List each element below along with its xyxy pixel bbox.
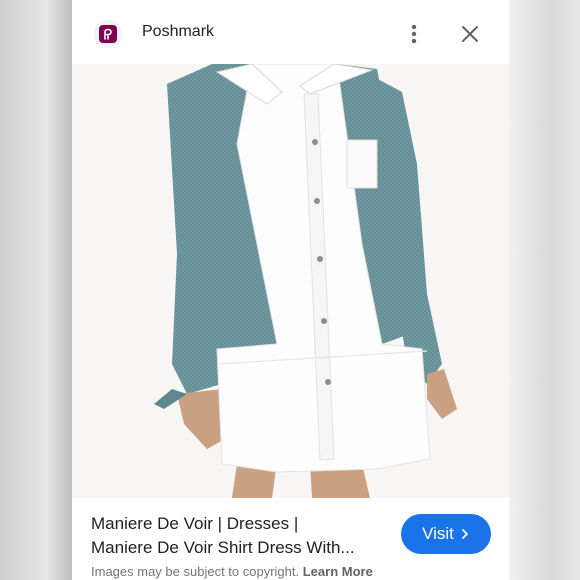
- visit-button[interactable]: Visit: [401, 514, 491, 554]
- source-name: Poshmark: [142, 23, 215, 40]
- image-preview-sheet: Poshmark Maniere De Voir | Dresses | Man…: [72, 0, 509, 580]
- product-photo[interactable]: [72, 64, 509, 498]
- copyright-notice: Images may be subject to copyright. Lear…: [91, 564, 373, 579]
- blurred-backdrop-right: [509, 0, 580, 580]
- learn-more-link[interactable]: Learn More: [303, 564, 373, 579]
- preview-header: Poshmark: [72, 0, 509, 64]
- visit-button-label: Visit: [422, 524, 454, 543]
- result-title-line-2[interactable]: Maniere De Voir Shirt Dress With...: [91, 538, 355, 558]
- poshmark-logo-icon: [94, 20, 122, 48]
- close-button[interactable]: [456, 20, 484, 48]
- more-vert-icon: [411, 24, 417, 44]
- result-title-line-1[interactable]: Maniere De Voir | Dresses |: [91, 514, 298, 534]
- more-options-button[interactable]: [404, 20, 424, 48]
- preview-footer: Maniere De Voir | Dresses | Maniere De V…: [72, 498, 509, 580]
- close-icon: [462, 26, 478, 42]
- chevron-right-icon: [462, 529, 468, 539]
- copyright-text: Images may be subject to copyright.: [91, 564, 300, 579]
